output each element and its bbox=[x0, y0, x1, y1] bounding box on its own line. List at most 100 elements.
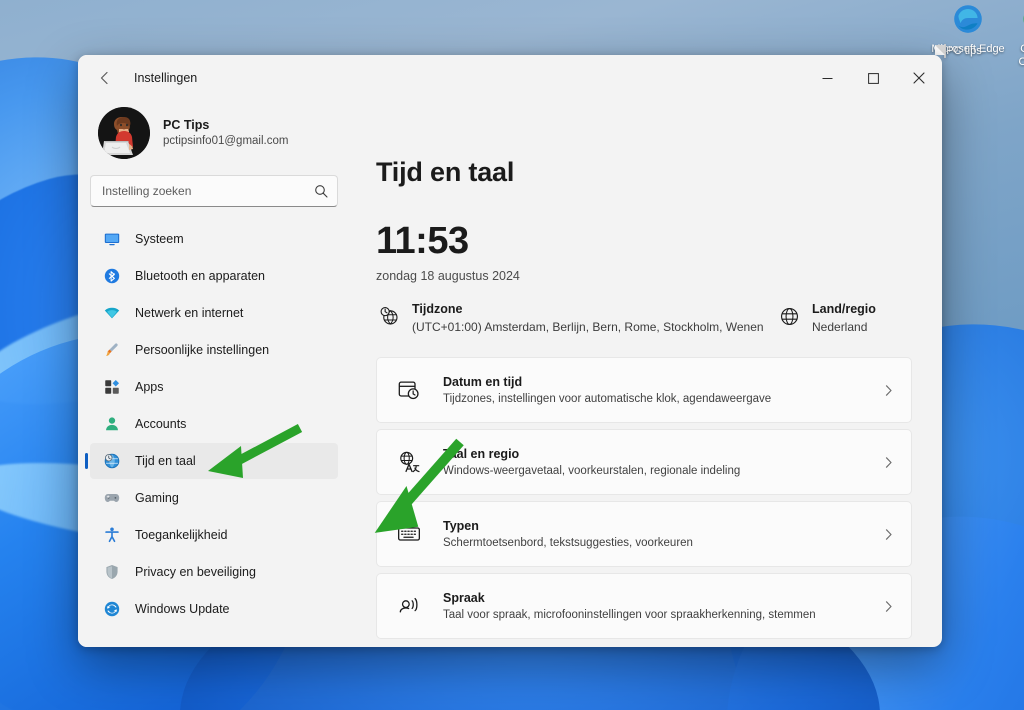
document-icon bbox=[944, 44, 947, 58]
sidebar: PC Tips pctipsinfo01@gmail.com Instellin… bbox=[78, 101, 350, 647]
timezone-value: (UTC+01:00) Amsterdam, Berlijn, Bern, Ro… bbox=[412, 319, 764, 334]
sidebar-item-privacy-en-beveiliging[interactable]: Privacy en beveiliging bbox=[90, 554, 338, 590]
card-text: Typen Schermtoetsenbord, tekstsuggesties… bbox=[443, 517, 882, 552]
minimize-button[interactable] bbox=[804, 55, 850, 101]
main-content: Tijd en taal 11:53 zondag 18 augustus 20… bbox=[350, 101, 942, 647]
sidebar-item-accounts[interactable]: Accounts bbox=[90, 406, 338, 442]
settings-card-spraak[interactable]: Spraak Taal voor spraak, microfooninstel… bbox=[376, 573, 912, 640]
maximize-button[interactable] bbox=[850, 55, 896, 101]
update-icon bbox=[101, 598, 123, 620]
desktop: Microsoft Edge Google Chrome PC tips bbox=[0, 0, 1024, 710]
region-label: Land/regio bbox=[812, 302, 876, 316]
sidebar-item-label: Toegankelijkheid bbox=[135, 528, 228, 542]
card-subtitle: Schermtoetsenbord, tekstsuggesties, voor… bbox=[443, 537, 693, 550]
speech-icon bbox=[395, 592, 423, 620]
language-icon bbox=[395, 448, 423, 476]
sidebar-nav-list: Systeem Bluetooth en apparaten Netwerk e… bbox=[90, 221, 338, 627]
card-text: Spraak Taal voor spraak, microfooninstel… bbox=[443, 589, 882, 624]
sidebar-item-tijd-en-taal[interactable]: Tijd en taal bbox=[90, 443, 338, 479]
current-date: zondag 18 augustus 2024 bbox=[376, 269, 520, 283]
timezone-label: Tijdzone bbox=[412, 302, 463, 316]
settings-card-taal-en-regio[interactable]: Taal en regio Windows-weergavetaal, voor… bbox=[376, 429, 912, 496]
close-button[interactable] bbox=[896, 55, 942, 101]
account-email: pctipsinfo01@gmail.com bbox=[163, 134, 289, 147]
clock-globe-icon bbox=[101, 450, 123, 472]
person-icon bbox=[101, 413, 123, 435]
current-time: 11:53 bbox=[376, 220, 469, 262]
card-title: Typen bbox=[443, 518, 479, 533]
brush-icon bbox=[101, 339, 123, 361]
desktop-icon-chrome[interactable]: Google Chrome bbox=[1000, 2, 1024, 69]
card-text: Taal en regio Windows-weergavetaal, voor… bbox=[443, 445, 882, 480]
sidebar-item-persoonlijke-instellingen[interactable]: Persoonlijke instellingen bbox=[90, 332, 338, 368]
desktop-icon-label: PC tips bbox=[946, 45, 982, 57]
card-subtitle: Tijdzones, instellingen voor automatisch… bbox=[443, 393, 772, 406]
settings-window: Instellingen PC Tips pctipsinfo01@gmail.… bbox=[78, 55, 942, 647]
sidebar-item-label: Persoonlijke instellingen bbox=[135, 343, 270, 357]
sidebar-item-toegankelijkheid[interactable]: Toegankelijkheid bbox=[90, 517, 338, 553]
gamepad-icon bbox=[101, 487, 123, 509]
search-box[interactable] bbox=[90, 175, 338, 207]
timezone-info: Tijdzone (UTC+01:00) Amsterdam, Berlijn,… bbox=[376, 301, 776, 335]
sidebar-item-bluetooth-en-apparaten[interactable]: Bluetooth en apparaten bbox=[90, 258, 338, 294]
page-title: Tijd en taal bbox=[376, 157, 515, 187]
window-controls bbox=[804, 55, 942, 101]
sidebar-item-label: Tijd en taal bbox=[135, 454, 196, 468]
sidebar-item-label: Privacy en beveiliging bbox=[135, 565, 256, 579]
chevron-right-icon bbox=[882, 456, 895, 469]
window-title: Instellingen bbox=[134, 71, 198, 85]
search-input[interactable] bbox=[91, 176, 337, 206]
back-button[interactable] bbox=[90, 63, 120, 93]
search-icon bbox=[314, 184, 328, 198]
avatar-illustration-icon bbox=[98, 107, 150, 159]
accessibility-icon bbox=[101, 524, 123, 546]
card-text: Datum en tijd Tijdzones, instellingen vo… bbox=[443, 373, 882, 408]
settings-cards: Datum en tijd Tijdzones, instellingen vo… bbox=[376, 357, 912, 640]
calendar-clock-icon bbox=[395, 376, 423, 404]
card-title: Taal en regio bbox=[443, 446, 520, 461]
sidebar-item-label: Accounts bbox=[135, 417, 187, 431]
sidebar-item-systeem[interactable]: Systeem bbox=[90, 221, 338, 257]
avatar bbox=[98, 107, 150, 159]
monitor-icon bbox=[101, 228, 123, 250]
edge-icon bbox=[930, 2, 1006, 40]
card-title: Datum en tijd bbox=[443, 374, 523, 389]
desktop-icon-label: Google Chrome bbox=[1018, 43, 1024, 68]
card-subtitle: Taal voor spraak, microfooninstellingen … bbox=[443, 609, 816, 622]
keyboard-icon bbox=[395, 520, 423, 548]
clock-globe-icon bbox=[376, 303, 402, 329]
sidebar-item-label: Systeem bbox=[135, 232, 184, 246]
maximize-icon bbox=[867, 72, 879, 84]
account-card[interactable]: PC Tips pctipsinfo01@gmail.com bbox=[90, 101, 338, 173]
sidebar-item-apps[interactable]: Apps bbox=[90, 369, 338, 405]
sidebar-item-label: Bluetooth en apparaten bbox=[135, 269, 265, 283]
close-icon bbox=[913, 72, 925, 84]
shield-icon bbox=[101, 561, 123, 583]
sidebar-item-netwerk-en-internet[interactable]: Netwerk en internet bbox=[90, 295, 338, 331]
region-info: Land/regio Nederland bbox=[776, 301, 876, 335]
wifi-icon bbox=[101, 302, 123, 324]
apps-grid-icon bbox=[101, 376, 123, 398]
chevron-right-icon bbox=[882, 600, 895, 613]
sidebar-item-windows-update[interactable]: Windows Update bbox=[90, 591, 338, 627]
sidebar-item-gaming[interactable]: Gaming bbox=[90, 480, 338, 516]
sidebar-item-label: Netwerk en internet bbox=[135, 306, 244, 320]
card-subtitle: Windows-weergavetaal, voorkeurstalen, re… bbox=[443, 465, 741, 478]
account-info: PC Tips pctipsinfo01@gmail.com bbox=[163, 117, 288, 149]
window-titlebar: Instellingen bbox=[78, 55, 942, 101]
region-value: Nederland bbox=[812, 319, 868, 334]
chevron-right-icon bbox=[882, 528, 895, 541]
info-row: Tijdzone (UTC+01:00) Amsterdam, Berlijn,… bbox=[376, 301, 912, 335]
sidebar-item-label: Windows Update bbox=[135, 602, 230, 616]
back-arrow-icon bbox=[100, 71, 108, 85]
chevron-right-icon bbox=[882, 384, 895, 397]
chrome-icon bbox=[1000, 2, 1024, 40]
minimize-icon bbox=[822, 77, 832, 79]
settings-card-typen[interactable]: Typen Schermtoetsenbord, tekstsuggesties… bbox=[376, 501, 912, 568]
window-body: PC Tips pctipsinfo01@gmail.com Instellin… bbox=[78, 101, 942, 647]
bluetooth-icon bbox=[101, 265, 123, 287]
sidebar-item-label: Apps bbox=[135, 380, 164, 394]
settings-card-datum-en-tijd[interactable]: Datum en tijd Tijdzones, instellingen vo… bbox=[376, 357, 912, 424]
card-title: Spraak bbox=[443, 590, 485, 605]
region-text: Land/regio Nederland bbox=[812, 301, 876, 335]
